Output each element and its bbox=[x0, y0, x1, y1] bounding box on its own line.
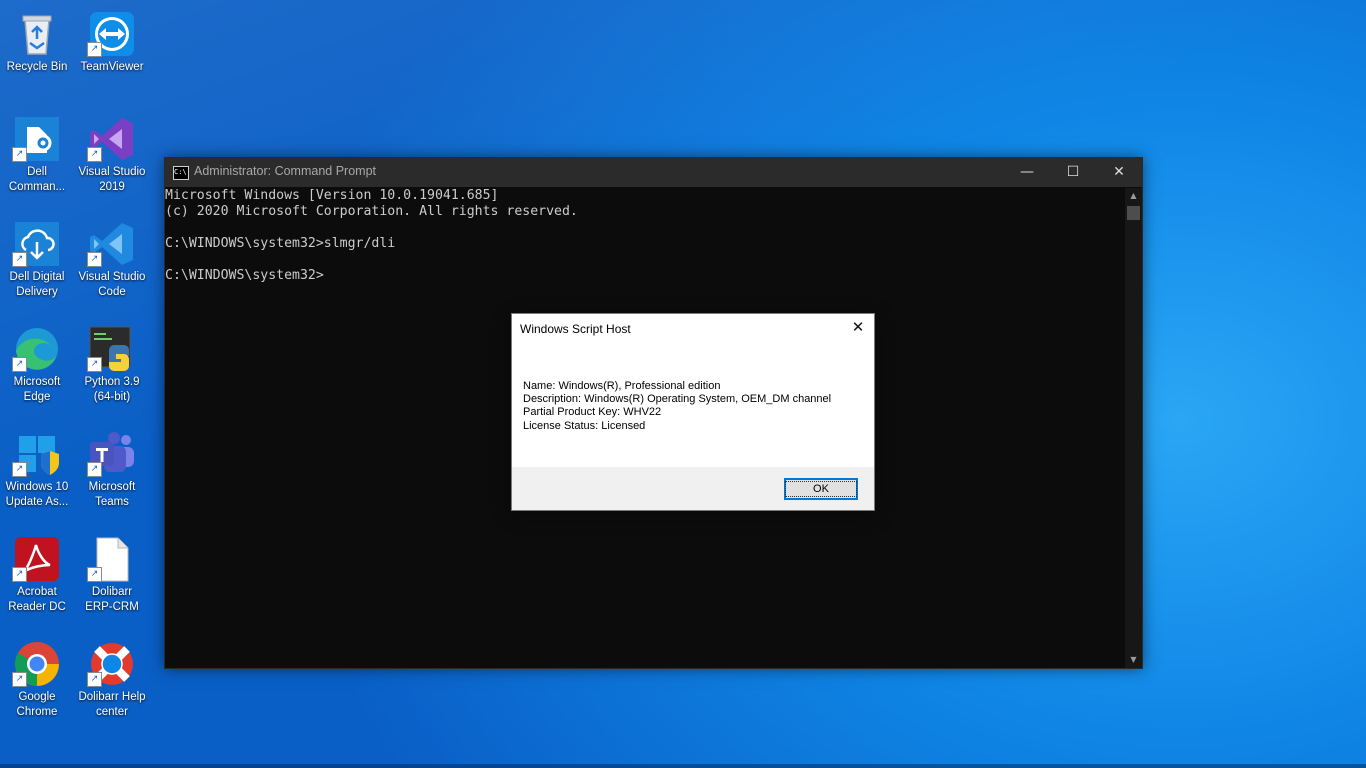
desktop-icon-label: Dolibarr Help center bbox=[78, 691, 146, 718]
desktop-icon-label: Microsoft Edge bbox=[13, 376, 61, 403]
cmd-app-icon: C:\ bbox=[173, 166, 189, 180]
vertical-scrollbar[interactable]: ▲ ▼ bbox=[1125, 188, 1142, 668]
shortcut-arrow-icon: ↗ bbox=[87, 672, 102, 687]
desktop-icon-dell-digital-delivery[interactable]: ↗ Dell Digital Delivery bbox=[0, 212, 74, 308]
shortcut-arrow-icon: ↗ bbox=[12, 567, 27, 582]
desktop-icon-vscode[interactable]: ↗ Visual Studio Code bbox=[75, 212, 149, 308]
desktop-icon-teams[interactable]: ↗ Microsoft Teams bbox=[75, 422, 149, 518]
shortcut-arrow-icon: ↗ bbox=[12, 462, 27, 477]
desktop-icon-windows-update-assistant[interactable]: ↗ Windows 10 Update As... bbox=[0, 422, 74, 518]
desktop-icon-recycle-bin[interactable]: Recycle Bin bbox=[0, 2, 74, 98]
license-status-line: License Status: Licensed bbox=[523, 419, 646, 432]
dialog-title: Windows Script Host bbox=[520, 322, 631, 336]
window-title: Administrator: Command Prompt bbox=[194, 164, 377, 178]
license-description-line: Description: Windows(R) Operating System… bbox=[523, 393, 832, 406]
maximize-button[interactable]: ☐ bbox=[1050, 158, 1096, 187]
scroll-down-icon[interactable]: ▼ bbox=[1125, 652, 1142, 668]
desktop-icon-label: Microsoft Teams bbox=[88, 481, 136, 508]
shortcut-arrow-icon: ↗ bbox=[87, 252, 102, 267]
desktop-icon-label: Visual Studio Code bbox=[78, 271, 146, 298]
console-line: Microsoft Windows [Version 10.0.19041.68… bbox=[165, 188, 499, 203]
dialog-footer: OK bbox=[512, 467, 874, 510]
license-name-line: Name: Windows(R), Professional edition bbox=[523, 380, 721, 392]
shortcut-arrow-icon: ↗ bbox=[12, 672, 27, 687]
shortcut-arrow-icon: ↗ bbox=[12, 147, 27, 162]
partial-product-key-line: Partial Product Key: WHV22 bbox=[523, 406, 662, 419]
shortcut-arrow-icon: ↗ bbox=[87, 357, 102, 372]
console-prompt-line: C:\WINDOWS\system32> bbox=[165, 268, 324, 283]
desktop-icon-label: Visual Studio 2019 bbox=[78, 166, 146, 193]
window-titlebar[interactable]: C:\ Administrator: Command Prompt — ☐ ✕ bbox=[165, 158, 1142, 187]
ok-button[interactable]: OK bbox=[784, 478, 858, 500]
shortcut-arrow-icon: ↗ bbox=[87, 147, 102, 162]
desktop-icon-label: Google Chrome bbox=[16, 691, 58, 718]
desktop-icon-edge[interactable]: ↗ Microsoft Edge bbox=[0, 317, 74, 413]
console-line: (c) 2020 Microsoft Corporation. All righ… bbox=[165, 204, 578, 219]
shortcut-arrow-icon: ↗ bbox=[12, 357, 27, 372]
shortcut-arrow-icon: ↗ bbox=[87, 42, 102, 57]
desktop-icon-dolibarr-erp[interactable]: ↗ Dolibarr ERP-CRM bbox=[75, 527, 149, 623]
dialog-close-button[interactable]: ✕ bbox=[846, 316, 870, 340]
desktop-icon-label: Dolibarr ERP-CRM bbox=[85, 586, 139, 613]
desktop-icon-dell-command[interactable]: ↗ Dell Comman... bbox=[0, 107, 74, 203]
desktop-icon-python[interactable]: ↗ Python 3.9 (64-bit) bbox=[75, 317, 149, 413]
desktop-icon-label: Dell Comman... bbox=[8, 166, 66, 193]
console-line: C:\WINDOWS\system32>slmgr/dli bbox=[165, 236, 396, 251]
scroll-up-icon[interactable]: ▲ bbox=[1125, 188, 1142, 204]
desktop-icon-label: Python 3.9 (64-bit) bbox=[84, 376, 140, 403]
dialog-message: Name: Windows(R), Professional edition D… bbox=[523, 380, 831, 433]
recycle-bin-icon bbox=[22, 15, 52, 55]
taskbar-edge bbox=[0, 764, 1366, 768]
desktop-icon-acrobat[interactable]: ↗ Acrobat Reader DC bbox=[0, 527, 74, 623]
scrollbar-thumb[interactable] bbox=[1127, 206, 1140, 220]
desktop-icon-chrome[interactable]: ↗ Google Chrome bbox=[0, 632, 74, 728]
desktop-icon-label: Windows 10 Update As... bbox=[5, 481, 69, 508]
close-button[interactable]: ✕ bbox=[1096, 158, 1142, 187]
desktop-icon-label: Acrobat Reader DC bbox=[8, 586, 66, 613]
ok-button-label: OK bbox=[785, 481, 857, 497]
desktop-icon-label: Recycle Bin bbox=[6, 61, 68, 73]
desktop-icon-label: TeamViewer bbox=[80, 61, 144, 73]
desktop-icon-dolibarr-help[interactable]: ↗ Dolibarr Help center bbox=[75, 632, 149, 728]
windows-script-host-dialog[interactable]: Windows Script Host ✕ Name: Windows(R), … bbox=[511, 313, 875, 511]
desktop-icon-teamviewer[interactable]: ↗ TeamViewer bbox=[75, 2, 149, 98]
desktop-icon-label: Dell Digital Delivery bbox=[9, 271, 65, 298]
minimize-button[interactable]: — bbox=[1004, 158, 1050, 187]
shortcut-arrow-icon: ↗ bbox=[87, 567, 102, 582]
desktop-icon-visual-studio[interactable]: ↗ Visual Studio 2019 bbox=[75, 107, 149, 203]
shortcut-arrow-icon: ↗ bbox=[12, 252, 27, 267]
shortcut-arrow-icon: ↗ bbox=[87, 462, 102, 477]
